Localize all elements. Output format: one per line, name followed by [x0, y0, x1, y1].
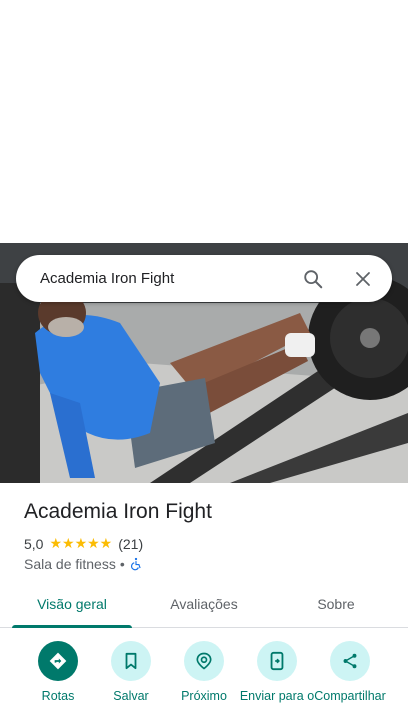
tab-bar: Visão geral Avaliações Sobre [0, 585, 408, 628]
share-label: Compartilhar [314, 689, 386, 703]
directions-button[interactable]: Rotas [18, 641, 98, 704]
tab-about[interactable]: Sobre [264, 585, 408, 627]
tab-about-label: Sobre [317, 596, 355, 612]
send-to-phone-circle [257, 641, 297, 681]
category-row: Sala de fitness • [24, 556, 143, 572]
rating-value: 5,0 [24, 535, 44, 552]
tab-overview[interactable]: Visão geral [0, 585, 144, 628]
send-to-phone-button[interactable]: Enviar para o [237, 641, 317, 704]
save-button[interactable]: Salvar [91, 641, 171, 704]
bookmark-icon [125, 652, 137, 670]
directions-label: Rotas [41, 689, 75, 703]
share-button[interactable]: Compartilhar [310, 641, 390, 704]
directions-circle [38, 641, 78, 681]
search-input[interactable]: Academia Iron Fight [16, 270, 288, 287]
directions-icon [49, 652, 67, 670]
phone-icon [270, 651, 284, 671]
clear-button[interactable] [338, 255, 388, 302]
save-circle [111, 641, 151, 681]
nearby-label: Próximo [181, 689, 227, 703]
rating-row[interactable]: 5,0 ★★★★★ (21) [24, 535, 143, 552]
action-bar: Rotas Salvar Próximo Enviar para o Compa… [0, 641, 408, 726]
rating-stars: ★★★★★ [49, 535, 113, 551]
place-title: Academia Iron Fight [24, 500, 212, 523]
nearby-circle [184, 641, 224, 681]
category-label: Sala de fitness [24, 556, 116, 572]
tab-reviews-label: Avaliações [170, 596, 238, 612]
share-icon [343, 653, 357, 669]
search-icon [304, 269, 323, 288]
tab-reviews[interactable]: Avaliações [144, 585, 264, 627]
close-icon [356, 271, 370, 286]
search-button[interactable] [288, 255, 338, 302]
send-to-phone-label: Enviar para o [239, 689, 315, 703]
nearby-icon [196, 652, 212, 670]
tab-overview-label: Visão geral [37, 596, 107, 612]
review-count: (21) [118, 535, 144, 552]
nearby-button[interactable]: Próximo [164, 641, 244, 704]
share-circle [330, 641, 370, 681]
category-separator: • [119, 556, 125, 572]
save-label: Salvar [113, 689, 149, 703]
wheelchair-icon [130, 557, 141, 571]
search-bar[interactable]: Academia Iron Fight [16, 255, 392, 302]
